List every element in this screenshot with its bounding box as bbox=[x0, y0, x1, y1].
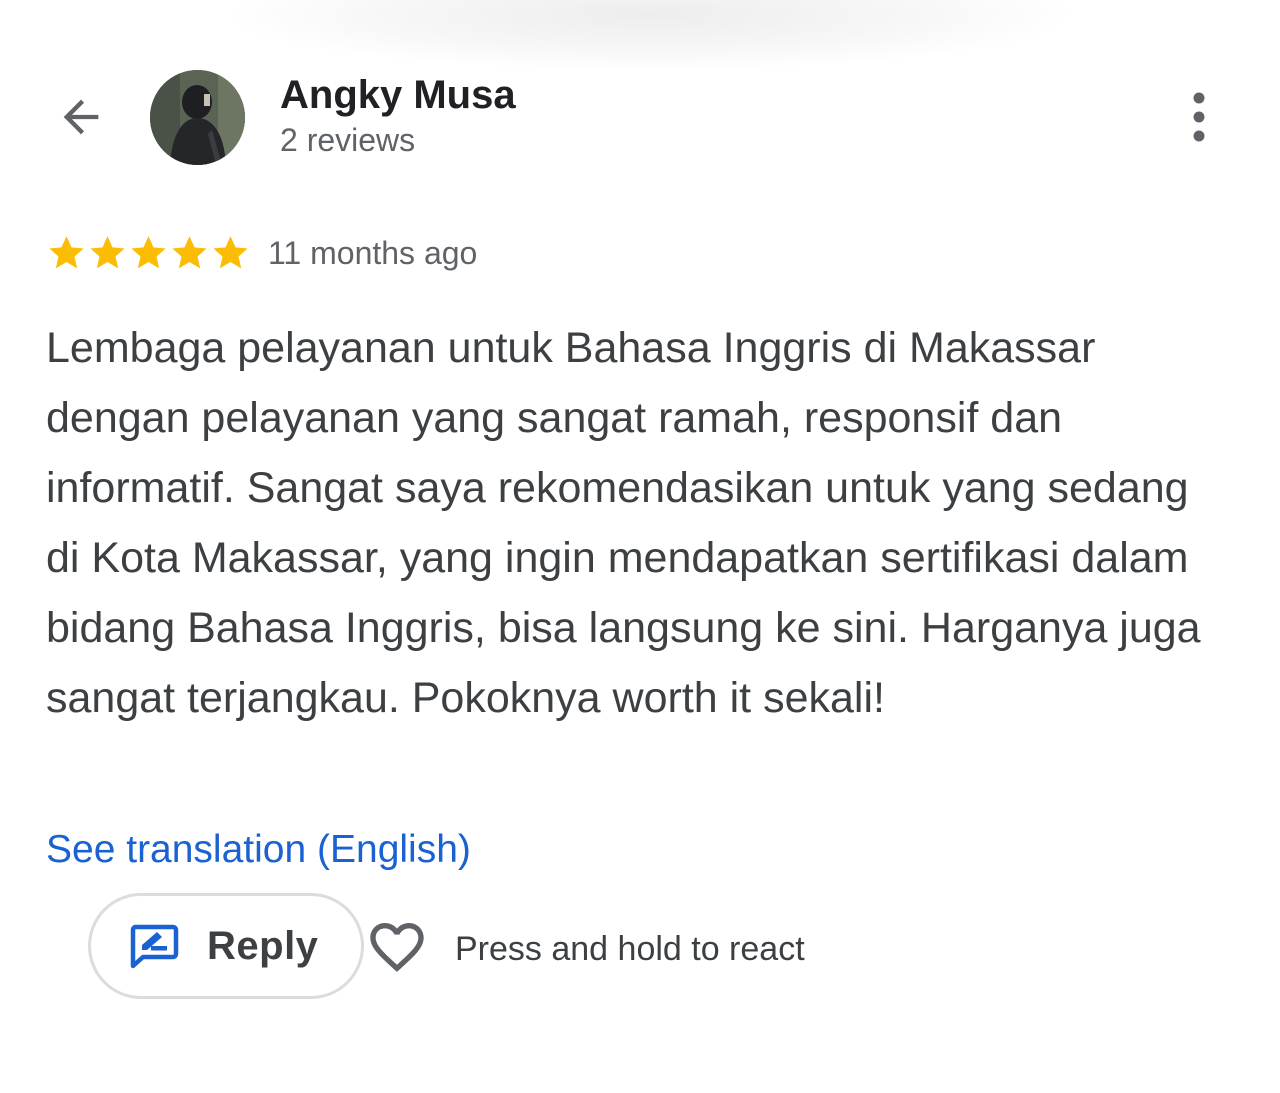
user-name[interactable]: Angky Musa bbox=[280, 72, 516, 118]
heart-outline-icon bbox=[370, 923, 424, 972]
review-text: Lembaga pelayanan untuk Bahasa Inggris d… bbox=[46, 324, 1201, 722]
more-vertical-icon bbox=[1193, 92, 1205, 142]
star-icon bbox=[131, 236, 166, 269]
react-button[interactable] bbox=[362, 912, 432, 982]
avatar-photo bbox=[150, 70, 245, 165]
reply-button[interactable]: Reply bbox=[88, 893, 364, 999]
top-shadow bbox=[230, 0, 1070, 70]
review-date: 11 months ago bbox=[268, 235, 478, 271]
see-translation-link[interactable]: See translation (English) bbox=[46, 826, 471, 874]
reply-label: Reply bbox=[207, 923, 319, 968]
star-icon bbox=[172, 236, 207, 269]
star-icon bbox=[213, 236, 248, 269]
star-rating bbox=[46, 232, 251, 274]
more-options-button[interactable] bbox=[1172, 88, 1226, 146]
arrow-left-icon bbox=[63, 99, 99, 135]
avatar[interactable] bbox=[150, 70, 245, 165]
review-count: 2 reviews bbox=[280, 122, 416, 158]
react-hint: Press and hold to react bbox=[455, 930, 805, 968]
star-icon bbox=[49, 236, 84, 269]
reply-edit-icon bbox=[130, 924, 179, 969]
star-icon bbox=[90, 236, 125, 269]
back-button[interactable] bbox=[52, 88, 110, 146]
